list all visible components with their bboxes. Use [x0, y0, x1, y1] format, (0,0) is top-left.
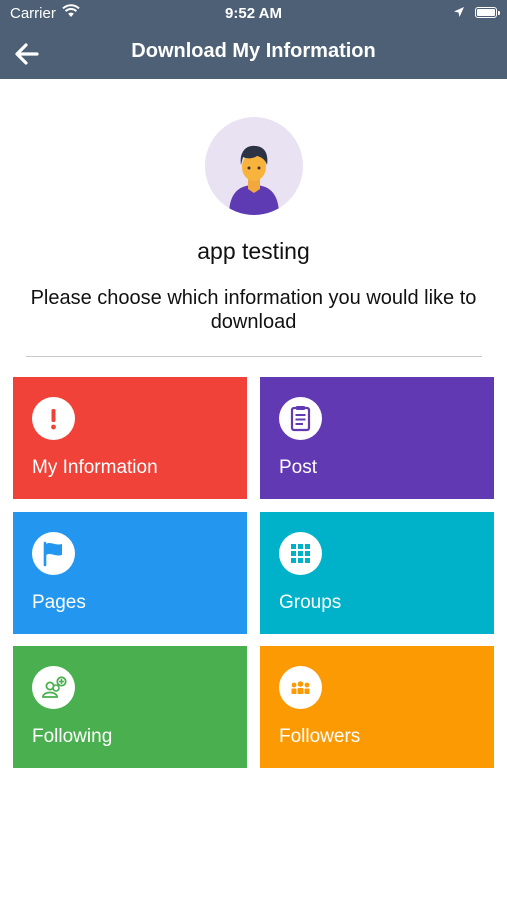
page-title: Download My Information [131, 40, 376, 62]
status-bar: Carrier 9:52 AM [0, 0, 507, 28]
tile-icon-circle [279, 666, 322, 709]
tile-label: Pages [32, 592, 86, 613]
tile-icon-circle [279, 532, 322, 575]
tile-icon-circle [32, 666, 75, 709]
battery-icon [475, 7, 500, 18]
tile-label: Post [279, 457, 318, 478]
profile-name: app testing [197, 238, 310, 264]
navigation-bar: Carrier 9:52 AM Download My Information [0, 0, 507, 79]
tile-icon-circle [279, 397, 322, 440]
tile-label: Groups [279, 592, 342, 613]
tile-icon-circle [32, 532, 75, 575]
clock: 9:52 AM [225, 5, 282, 22]
tile-label: Followers [279, 726, 361, 747]
instruction-text: Please choose which information you woul… [30, 287, 477, 333]
add-friend-icon [42, 676, 67, 698]
exclamation-icon [51, 409, 56, 430]
clipboard-icon [290, 406, 311, 432]
tile-pages[interactable]: Pages [13, 512, 247, 634]
divider [26, 356, 482, 357]
tile-following[interactable]: Following [13, 646, 247, 768]
avatar [205, 117, 303, 215]
tile-followers[interactable]: Followers [260, 646, 494, 768]
tile-groups[interactable]: Groups [260, 512, 494, 634]
group-icon [291, 681, 310, 694]
tile-icon-circle [32, 397, 75, 440]
tile-post[interactable]: Post [260, 377, 494, 499]
grid-icon [291, 544, 310, 563]
flag-icon [43, 541, 62, 567]
tile-label: Following [32, 726, 113, 747]
tile-label: My Information [32, 457, 158, 478]
location-arrow-icon [453, 5, 465, 22]
user-avatar-icon [229, 145, 279, 215]
tile-my-information[interactable]: My Information [13, 377, 247, 499]
